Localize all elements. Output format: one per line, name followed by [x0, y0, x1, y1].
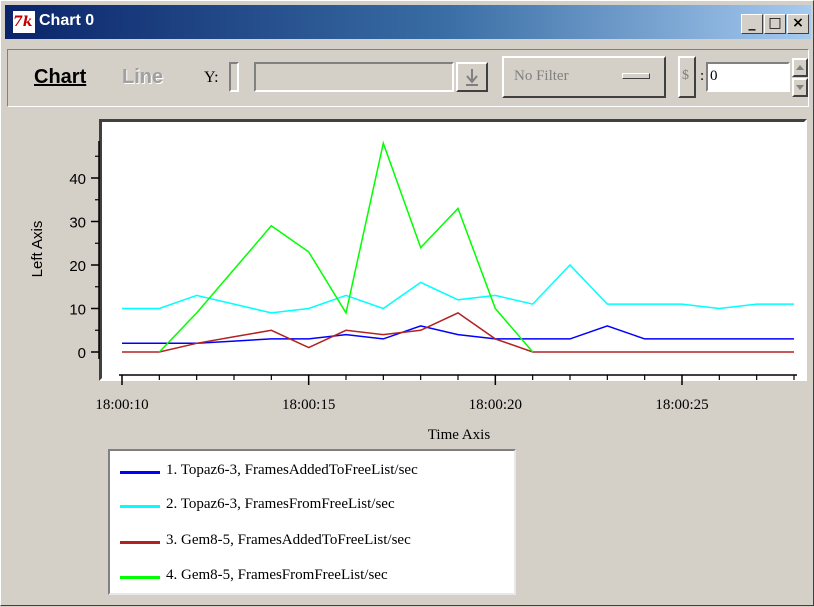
chart-window: 7k Chart 0 _ □ × Chart Line Y: No Filter… — [0, 0, 814, 606]
legend-label: 2. Topaz6-3, FramesFromFreeList/sec — [166, 496, 395, 512]
spin-up-button[interactable] — [792, 58, 808, 77]
legend-swatch — [120, 541, 160, 544]
y-tick-label: 30 — [69, 215, 86, 232]
title-bar[interactable]: 7k Chart 0 _ □ × — [5, 5, 811, 39]
x-tick-label: 18:00:10 — [95, 397, 148, 413]
y-axis: 0 10 20 30 40 — [69, 141, 100, 362]
series-2-group — [122, 263, 794, 314]
series-4-line — [158, 140, 534, 353]
legend-swatch — [120, 471, 160, 474]
y-axis-title: Left Axis — [29, 221, 46, 278]
legend-label: 1. Topaz6-3, FramesAddedToFreeList/sec — [166, 462, 418, 478]
filter-value: No Filter — [514, 68, 569, 84]
series-3-line — [122, 312, 794, 353]
colon-label: : — [700, 68, 705, 84]
maximize-button[interactable]: □ — [764, 14, 786, 34]
close-button[interactable]: × — [787, 14, 809, 34]
legend-swatch — [120, 576, 160, 579]
minimize-button[interactable]: _ — [741, 14, 763, 34]
series-3-group — [122, 312, 794, 353]
y-tick-label: 40 — [69, 171, 86, 188]
series-4-group — [158, 140, 534, 353]
series-2-line — [122, 263, 794, 314]
x-axis-title: Time Axis — [428, 427, 491, 443]
x-tick-label: 18:00:25 — [655, 397, 708, 413]
tk-logo-icon: 7k — [13, 11, 35, 33]
dollar-button[interactable]: $ — [678, 56, 696, 98]
y-tick-label: 20 — [69, 258, 86, 275]
legend-swatch — [120, 505, 160, 508]
y-label: Y: — [204, 69, 219, 86]
plot-area-frame — [99, 119, 807, 381]
triangle-up-icon — [796, 65, 804, 70]
dollar-label: $ — [682, 68, 689, 83]
offset-value: 0 — [710, 68, 718, 84]
legend-label: 3. Gem8-5, FramesAddedToFreeList/sec — [166, 532, 411, 548]
filter-menubutton[interactable]: No Filter — [502, 56, 666, 98]
y-tick-label: 10 — [69, 302, 86, 319]
series-1-group — [122, 325, 794, 345]
download-arrow-icon — [466, 69, 478, 86]
x-tick-label: 18:00:20 — [469, 397, 522, 413]
offset-spinbox-entry[interactable]: 0 — [706, 62, 790, 92]
spin-down-button[interactable] — [792, 78, 808, 97]
menu-line[interactable]: Line — [122, 66, 163, 89]
plot-area[interactable] — [102, 122, 804, 378]
triangle-down-icon — [796, 85, 804, 90]
x-tick-label: 18:00:15 — [282, 397, 335, 413]
y-checkbox[interactable] — [229, 62, 239, 92]
legend-label: 4. Gem8-5, FramesFromFreeList/sec — [166, 567, 388, 583]
legend: 1. Topaz6-3, FramesAddedToFreeList/sec 2… — [108, 449, 516, 595]
toolbar: Chart Line Y: No Filter $ : 0 — [7, 49, 809, 107]
y-tick-label: 0 — [78, 345, 86, 362]
dropdown-arrow-button[interactable] — [456, 62, 488, 92]
series-1-line — [122, 325, 794, 345]
menu-chart[interactable]: Chart — [34, 66, 86, 89]
menubutton-indicator-icon — [622, 73, 650, 79]
window-title: Chart 0 — [39, 12, 95, 29]
y-series-combo[interactable] — [254, 62, 454, 92]
